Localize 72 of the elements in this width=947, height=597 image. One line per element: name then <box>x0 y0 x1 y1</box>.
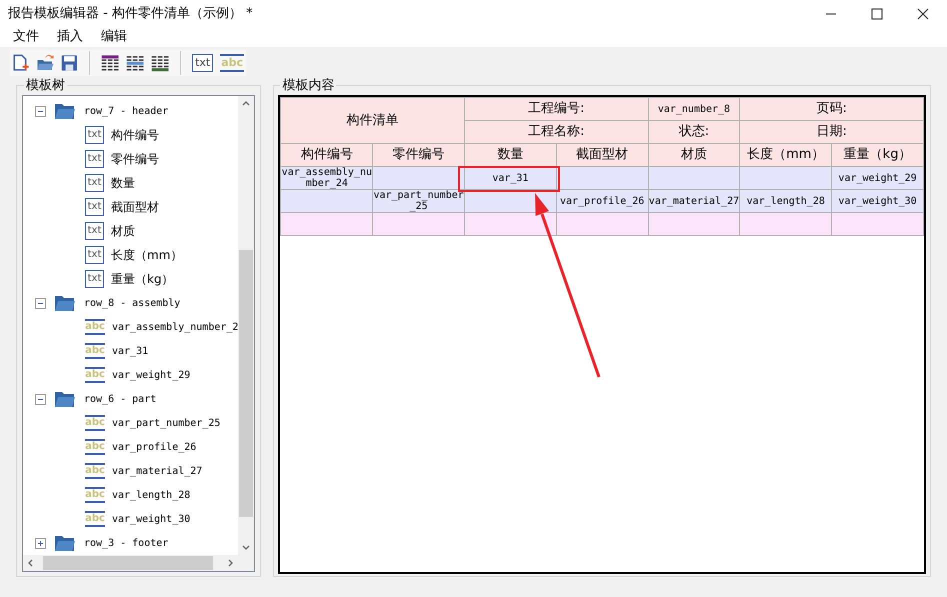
window-title: 报告模板编辑器 - 构件零件清单（示例） * <box>8 4 254 23</box>
horizontal-scrollbar[interactable] <box>23 555 254 571</box>
scroll-left-icon[interactable] <box>27 559 33 567</box>
scroll-down-icon[interactable] <box>242 545 250 551</box>
table-cell: var_number_8 <box>648 98 740 120</box>
table-cell: var_weight_29 <box>832 166 924 190</box>
scrollbar-thumb[interactable] <box>239 250 254 517</box>
table-cell: 日期: <box>740 120 924 144</box>
collapse-toggle[interactable] <box>35 298 46 308</box>
text-tool-button[interactable]: txt <box>192 54 214 72</box>
table-cell: 构件清单 <box>280 98 464 144</box>
tree-item[interactable]: row_7 - header <box>84 104 168 118</box>
scroll-right-icon[interactable] <box>228 559 234 567</box>
tree-item[interactable]: 构件编号 <box>111 126 159 144</box>
column-header: 重量（kg） <box>832 144 924 166</box>
table-cell: 状态: <box>648 120 740 144</box>
menu-item[interactable]: 文件 <box>6 27 46 47</box>
panel-title: 模板树 <box>25 76 66 94</box>
folder-icon <box>54 294 76 312</box>
tree-item[interactable]: 重量（kg） <box>111 270 174 288</box>
text-icon: txt <box>85 126 104 144</box>
tree-item[interactable]: var_length_28 <box>112 488 190 502</box>
scrollbar-thumb[interactable] <box>43 556 213 570</box>
table-cell: var_part_number_25 <box>372 190 464 212</box>
tree-item[interactable]: 截面型材 <box>111 198 159 216</box>
maximize-icon[interactable] <box>871 8 883 20</box>
table-cell: 页码: <box>740 98 924 120</box>
tree-item[interactable]: var_assembly_number_2 <box>112 320 238 334</box>
tree-item[interactable]: var_31 <box>112 344 148 358</box>
tree-item[interactable]: row_8 - assembly <box>84 296 180 310</box>
text-icon: txt <box>85 174 104 192</box>
tree-item[interactable]: var_profile_26 <box>112 440 196 454</box>
text-icon: txt <box>85 150 104 168</box>
table-cell: 工程编号: <box>464 98 648 120</box>
menu-item[interactable]: 插入 <box>50 27 90 47</box>
menu-item[interactable]: 编辑 <box>94 27 134 47</box>
folder-icon <box>54 102 76 120</box>
column-header: 零件编号 <box>372 144 464 166</box>
column-header: 材质 <box>648 144 740 166</box>
tree-item[interactable]: var_part_number_25 <box>112 416 220 430</box>
folder-icon <box>54 390 76 408</box>
column-header: 构件编号 <box>280 144 373 166</box>
tree-item[interactable]: row_6 - part <box>84 392 156 406</box>
text-icon: txt <box>85 198 104 216</box>
tree-item[interactable]: row_3 - footer <box>84 536 168 550</box>
tree-item[interactable]: 零件编号 <box>111 150 159 168</box>
table-cell: 工程名称: <box>464 120 648 144</box>
text-icon: txt <box>85 222 104 240</box>
vertical-scrollbar[interactable] <box>238 96 254 555</box>
table-cell: var_material_27 <box>648 190 740 212</box>
table-cell: var_profile_26 <box>556 190 648 212</box>
table-cell: var_length_28 <box>740 190 832 212</box>
tree-item[interactable]: var_weight_30 <box>112 512 190 526</box>
tree-item[interactable]: var_material_27 <box>112 464 202 478</box>
column-header: 截面型材 <box>556 144 648 166</box>
table-cell: var_weight_30 <box>832 190 924 212</box>
collapse-toggle[interactable] <box>35 394 46 404</box>
panel-title: 模板内容 <box>281 76 336 94</box>
expand-toggle[interactable] <box>35 538 46 548</box>
close-icon[interactable] <box>917 8 929 20</box>
collapse-toggle[interactable] <box>35 106 46 116</box>
table-cell: var_assembly_number_24 <box>280 166 373 190</box>
tree-item[interactable]: 数量 <box>111 174 135 192</box>
column-header: 长度（mm） <box>740 144 832 166</box>
text-icon: txt <box>85 246 104 264</box>
scroll-up-icon[interactable] <box>242 100 250 106</box>
folder-icon <box>54 534 76 552</box>
tree-item[interactable]: 材质 <box>111 222 135 240</box>
column-header: 数量 <box>464 144 556 166</box>
tree-item[interactable]: var_weight_29 <box>112 368 190 382</box>
tree-item[interactable]: 长度（mm） <box>111 246 182 264</box>
text-icon: txt <box>85 270 104 288</box>
